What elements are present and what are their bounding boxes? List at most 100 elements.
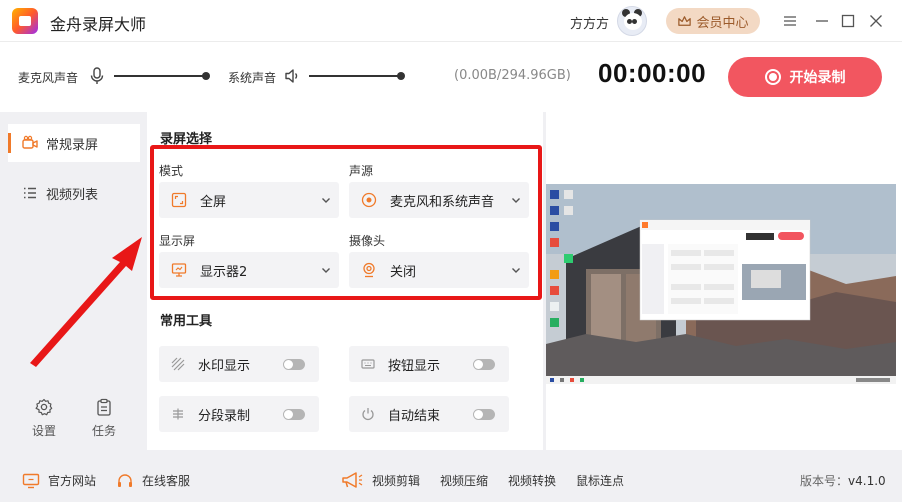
title-bar: 金舟录屏大师 方方方 会员中心: [0, 0, 902, 42]
monitor-icon: [22, 473, 40, 488]
footer-tool-video-edit[interactable]: 视频剪辑: [372, 472, 420, 489]
webcam-icon: [363, 262, 375, 278]
microphone-icon: [90, 67, 104, 84]
hamburger-icon: [784, 16, 796, 26]
gear-icon: [35, 398, 53, 416]
auto-stop-tool[interactable]: 自动结束: [349, 396, 509, 432]
system-volume-slider[interactable]: [309, 72, 405, 80]
footer-tool-video-compress[interactable]: 视频压缩: [440, 472, 488, 489]
sidebar-item-label: 视频列表: [46, 187, 99, 203]
watermark-tool[interactable]: 水印显示: [159, 346, 319, 382]
mode-label: 模式: [159, 164, 184, 178]
display-value: 显示器2: [200, 264, 248, 280]
start-recording-label: 开始录制: [789, 70, 846, 86]
recording-timer: 00:00:00: [598, 58, 707, 88]
speaker-icon: [285, 69, 298, 83]
online-support-label: 在线客服: [142, 474, 191, 488]
tasks-label: 任务: [91, 424, 116, 438]
button-display-tool[interactable]: 按钮显示: [349, 346, 509, 382]
official-website-label: 官方网站: [48, 474, 97, 488]
vip-center-button[interactable]: 会员中心: [666, 8, 760, 34]
audio-source-select[interactable]: 麦克风和系统声音: [349, 182, 529, 218]
camera-label: 摄像头: [349, 234, 386, 248]
storage-status: (0.00B/294.96GB): [454, 68, 571, 83]
audio-source-icon: [361, 192, 377, 208]
list-icon: [24, 187, 36, 199]
main-panel: 录屏选择 模式 全屏 声源 麦克风和系统声音 显示屏 显示器2 摄像头 关闭 常…: [147, 112, 543, 450]
online-support-link[interactable]: 在线客服: [116, 472, 190, 489]
footer-tool-video-convert[interactable]: 视频转换: [508, 472, 556, 489]
megaphone-icon: [342, 472, 363, 488]
preview-image: [546, 184, 896, 384]
button-display-toggle[interactable]: [473, 359, 495, 370]
segment-recording-tool[interactable]: 分段录制: [159, 396, 319, 432]
footer: 官方网站 在线客服 视频剪辑 视频压缩 视频转换 鼠标连点 版本号： v4.1.0: [0, 458, 902, 502]
clipboard-icon: [97, 398, 111, 416]
audio-source-value: 麦克风和系统声音: [390, 194, 495, 210]
button-display-label: 按钮显示: [388, 358, 441, 374]
sidebar-item-video-list[interactable]: 视频列表: [8, 174, 140, 212]
sidebar: 常规录屏 视频列表 设置 任务: [0, 112, 147, 458]
chevron-down-icon: [512, 198, 520, 203]
auto-stop-toggle[interactable]: [473, 409, 495, 420]
system-volume-knob[interactable]: [397, 72, 405, 80]
fullscreen-icon: [171, 192, 187, 208]
maximize-icon: [841, 14, 855, 28]
common-tools-title: 常用工具: [160, 314, 213, 329]
monitor-icon: [171, 263, 187, 277]
minimize-icon: [816, 20, 828, 22]
mic-volume-label: 麦克风声音: [18, 71, 79, 85]
headset-icon: [118, 473, 132, 487]
mode-value: 全屏: [200, 194, 227, 210]
start-recording-button[interactable]: 开始录制: [728, 57, 882, 97]
record-icon: [764, 69, 781, 85]
settings-label: 设置: [31, 424, 56, 438]
version-info: 版本号： v4.1.0: [800, 472, 886, 489]
sidebar-item-regular-recording[interactable]: 常规录屏: [8, 124, 140, 162]
system-volume-label: 系统声音: [228, 71, 277, 85]
tasks-button[interactable]: 任务: [84, 398, 124, 439]
keyboard-icon: [361, 359, 375, 369]
segment-recording-label: 分段录制: [198, 408, 251, 424]
preview-screen: [546, 184, 896, 384]
segment-icon: [173, 408, 183, 420]
app-logo-icon: [12, 8, 38, 34]
close-button[interactable]: [866, 11, 886, 31]
recording-selection-title: 录屏选择: [160, 132, 213, 147]
mic-volume-knob[interactable]: [202, 72, 210, 80]
camera-value: 关闭: [390, 264, 417, 280]
minimize-button[interactable]: [812, 11, 832, 31]
mic-volume-slider[interactable]: [114, 72, 210, 80]
camera-select[interactable]: 关闭: [349, 252, 529, 288]
version-number: v4.1.0: [848, 473, 886, 488]
maximize-button[interactable]: [838, 11, 858, 31]
footer-tool-auto-clicker[interactable]: 鼠标连点: [576, 472, 624, 489]
display-select[interactable]: 显示器2: [159, 252, 339, 288]
camera-icon: [22, 135, 38, 149]
version-label: 版本号：: [800, 474, 849, 488]
chevron-down-icon: [322, 268, 330, 273]
sidebar-item-label: 常规录屏: [46, 137, 99, 153]
auto-stop-label: 自动结束: [388, 408, 441, 424]
crown-icon: [678, 15, 692, 26]
menu-button[interactable]: [780, 11, 800, 31]
watermark-label: 水印显示: [198, 358, 251, 374]
app-title: 金舟录屏大师: [50, 15, 147, 34]
audio-bar: 麦克风声音 系统声音 (0.00B/294.96GB) 00:00:00 开始录…: [0, 42, 902, 112]
preview-panel: [546, 112, 902, 450]
avatar[interactable]: [617, 6, 647, 36]
watermark-toggle[interactable]: [283, 359, 305, 370]
settings-button[interactable]: 设置: [24, 398, 64, 439]
power-icon: [362, 408, 374, 421]
mode-select[interactable]: 全屏: [159, 182, 339, 218]
audio-source-label: 声源: [349, 164, 374, 178]
segment-recording-toggle[interactable]: [283, 409, 305, 420]
official-website-link[interactable]: 官方网站: [22, 472, 96, 489]
username[interactable]: 方方方: [570, 13, 609, 32]
display-label: 显示屏: [159, 234, 196, 248]
vip-center-label: 会员中心: [696, 15, 749, 31]
chevron-down-icon: [512, 268, 520, 273]
close-icon: [870, 15, 882, 27]
chevron-down-icon: [322, 198, 330, 203]
watermark-icon: [171, 357, 185, 371]
